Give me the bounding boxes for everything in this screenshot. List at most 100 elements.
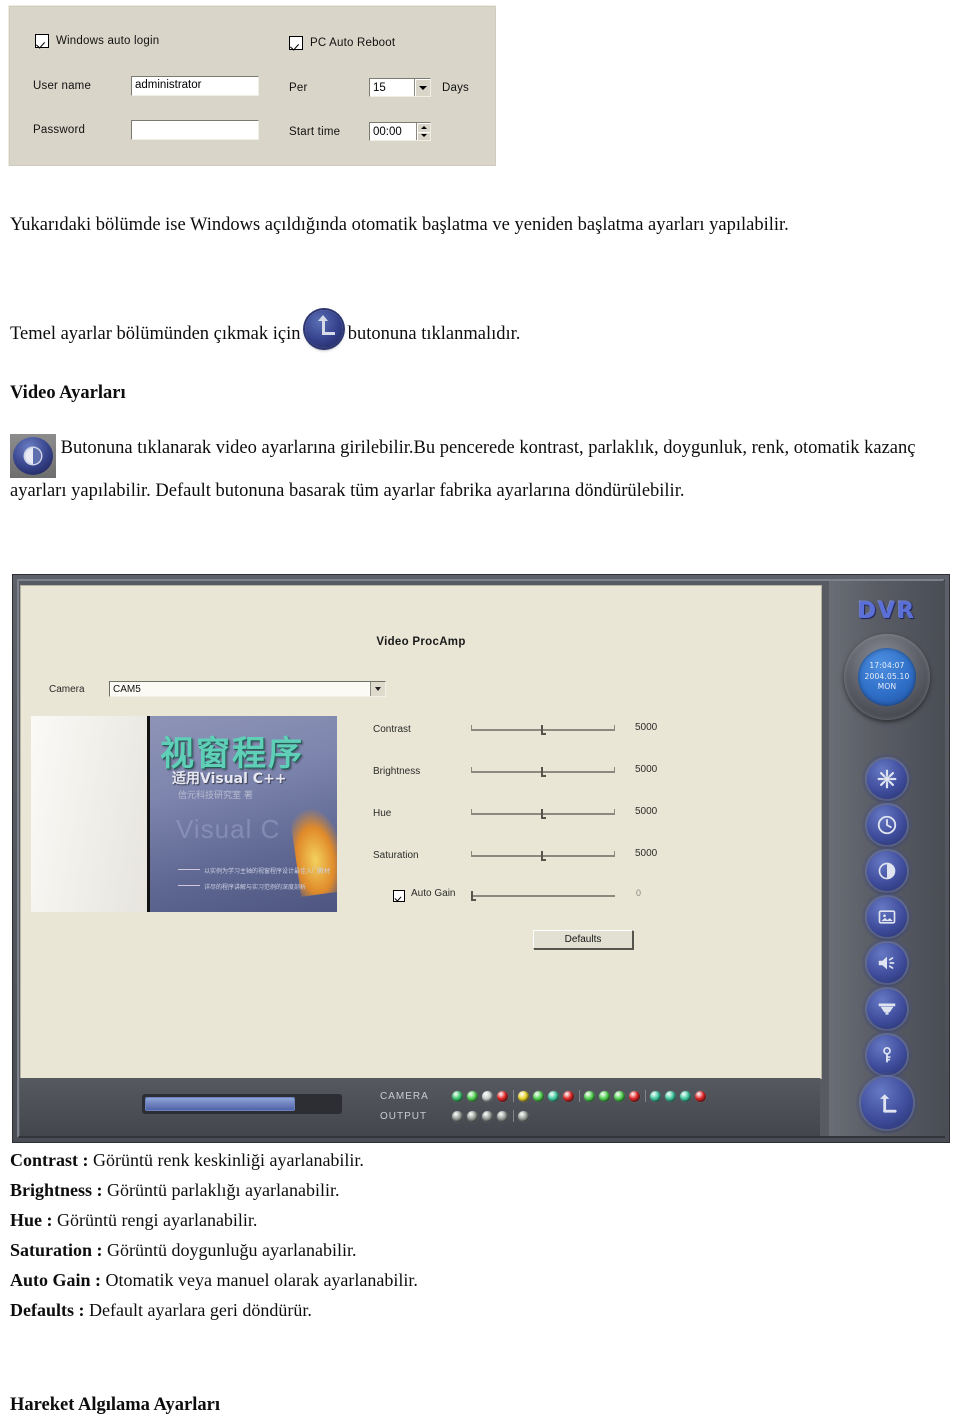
- camera-label: Camera: [49, 683, 85, 695]
- led-indicator: [497, 1090, 508, 1102]
- spinner-buttons[interactable]: [416, 123, 430, 140]
- paragraph-windows-autostart: Yukarıdaki bölümde ise Windows açıldığın…: [10, 215, 789, 235]
- username-input[interactable]: administrator: [131, 76, 259, 96]
- brightness-label: Brightness: [373, 766, 421, 777]
- image-icon[interactable]: [867, 897, 907, 937]
- definition-contrast: Contrast : Görüntü renk keskinliği ayarl…: [10, 1150, 364, 1170]
- gear-icon[interactable]: [867, 759, 907, 799]
- dvr-clock[interactable]: 17:04:07 2004.05.10 MON: [844, 634, 930, 720]
- led-indicator: [467, 1110, 478, 1122]
- preview-bullet-2: 详尽的程序讲解与实习范例的深度剖析: [178, 882, 306, 891]
- start-time-row: Start time 00:00: [289, 122, 431, 141]
- definition-auto-gain: Auto Gain : Otomatik veya manuel olarak …: [10, 1270, 418, 1290]
- output-leds: [452, 1110, 533, 1122]
- exit-instruction-before: Temel ayarlar bölümünden çıkmak için: [10, 324, 301, 344]
- reboot-period-row: Per 15 Days: [289, 78, 469, 97]
- key-icon[interactable]: [867, 1035, 907, 1075]
- led-indicator: [599, 1090, 610, 1102]
- definition-saturation: Saturation : Görüntü doygunluğu ayarlana…: [10, 1240, 357, 1260]
- led-indicator: [563, 1090, 574, 1102]
- windows-settings-panel: Windows auto login PC Auto Reboot User n…: [8, 5, 496, 166]
- slider-row-hue: Hue 5000: [373, 804, 663, 846]
- led-indicator: [467, 1090, 478, 1102]
- led-group-separator: [513, 1090, 514, 1102]
- camera-leds: [452, 1090, 710, 1102]
- definition-brightness: Brightness : Görüntü parlaklığı ayarlana…: [10, 1180, 340, 1200]
- preview-author-cn: 信元科技研究室 著: [178, 791, 253, 801]
- video-settings-text: Butonuna tıklanarak video ayarlarına gir…: [10, 438, 916, 501]
- led-indicator: [629, 1090, 640, 1102]
- led-group-separator: [579, 1090, 580, 1102]
- start-time-stepper[interactable]: 00:00: [369, 122, 431, 141]
- exit-icon[interactable]: [861, 1077, 913, 1129]
- speaker-icon[interactable]: [867, 943, 907, 983]
- led-indicator: [518, 1090, 529, 1102]
- per-label: Per: [289, 81, 308, 94]
- video-preview: 视窗程序 适用Visual C++ 信元科技研究室 著 Visual C 以实例…: [31, 716, 337, 912]
- contrast-slider-thumb[interactable]: [541, 725, 546, 735]
- auto-gain-row: Auto Gain 0: [373, 888, 663, 922]
- days-label: Days: [442, 81, 470, 94]
- slider-row-saturation: Saturation 5000: [373, 846, 663, 888]
- contrast-icon[interactable]: [867, 851, 907, 891]
- paragraph-video-settings: Butonuna tıklanarak video ayarlarına gir…: [10, 434, 954, 506]
- preview-ghost-text: Visual C: [176, 814, 281, 844]
- spinner-down-icon[interactable]: [417, 131, 430, 140]
- auto-gain-slider[interactable]: [471, 891, 615, 901]
- clock-icon[interactable]: [867, 805, 907, 845]
- definition-defaults: Defaults : Default ayarlara geri döndürü…: [10, 1300, 312, 1320]
- password-input[interactable]: [131, 120, 259, 140]
- auto-gain-slider-thumb[interactable]: [471, 891, 476, 901]
- preview-page: [31, 716, 147, 912]
- username-label: User name: [33, 80, 92, 92]
- brightness-value: 5000: [635, 764, 658, 775]
- hue-slider[interactable]: [471, 809, 615, 819]
- slider-row-contrast: Contrast 5000: [373, 720, 663, 762]
- chevron-down-icon[interactable]: [370, 682, 385, 696]
- windows-auto-login-label: Windows auto login: [56, 35, 160, 47]
- auto-reboot-checkbox-row[interactable]: PC Auto Reboot: [289, 36, 395, 50]
- output-led-label: OUTPUT: [380, 1110, 428, 1122]
- procamp-title: Video ProcAmp: [376, 636, 466, 648]
- saturation-slider[interactable]: [471, 851, 615, 861]
- led-indicator: [497, 1110, 508, 1122]
- preview-bullet-1: 以实例为学习主轴的视窗程序设计最佳入门教材: [178, 866, 330, 875]
- procamp-sliders: Contrast 5000 Brightness 5000 Hue 5000 S…: [373, 720, 663, 949]
- definition-hue: Hue : Görüntü rengi ayarlanabilir.: [10, 1210, 258, 1230]
- led-indicator: [650, 1090, 661, 1102]
- exit-icon: [305, 310, 344, 348]
- paragraph-exit-instruction: Temel ayarlar bölümünden çıkmak için but…: [10, 310, 940, 349]
- led-indicator: [533, 1090, 544, 1102]
- saturation-slider-thumb[interactable]: [541, 851, 546, 861]
- defaults-button[interactable]: Defaults: [533, 930, 633, 949]
- brightness-slider-thumb[interactable]: [541, 767, 546, 777]
- clock-time: 17:04:07: [869, 660, 905, 670]
- exit-instruction-after: butonuna tıklanmalıdır.: [347, 324, 521, 344]
- preview-subtitle-cn: 适用Visual C++: [172, 771, 287, 787]
- pc-auto-reboot-checkbox[interactable]: [289, 36, 303, 50]
- hue-slider-thumb[interactable]: [541, 809, 546, 819]
- dvr-logo: DVR: [857, 599, 917, 624]
- dome-camera-icon[interactable]: [867, 989, 907, 1029]
- contrast-slider[interactable]: [471, 725, 615, 735]
- brightness-slider[interactable]: [471, 767, 615, 777]
- dvr-sidebar: DVR 17:04:07 2004.05.10 MON: [829, 581, 945, 1136]
- auto-login-checkbox-row[interactable]: Windows auto login: [35, 34, 159, 48]
- per-days-select[interactable]: 15: [369, 78, 431, 97]
- saturation-label: Saturation: [373, 850, 419, 861]
- windows-auto-login-checkbox[interactable]: [35, 34, 49, 48]
- username-row: User name administrator: [33, 76, 259, 96]
- preview-book-cover: 视窗程序 适用Visual C++ 信元科技研究室 著 Visual C 以实例…: [147, 716, 337, 912]
- chevron-down-icon[interactable]: [414, 79, 430, 96]
- spinner-up-icon[interactable]: [417, 123, 430, 132]
- contrast-icon: [10, 434, 56, 478]
- saturation-value: 5000: [635, 848, 658, 859]
- auto-gain-checkbox[interactable]: [393, 890, 405, 902]
- camera-led-row: CAMERA: [380, 1086, 710, 1106]
- led-indicator: [452, 1110, 463, 1122]
- camera-select[interactable]: CAM5: [109, 681, 386, 697]
- camera-select-row: Camera CAM5: [49, 681, 386, 697]
- start-time-label: Start time: [289, 125, 341, 138]
- camera-select-value: CAM5: [113, 683, 141, 695]
- slider-row-brightness: Brightness 5000: [373, 762, 663, 804]
